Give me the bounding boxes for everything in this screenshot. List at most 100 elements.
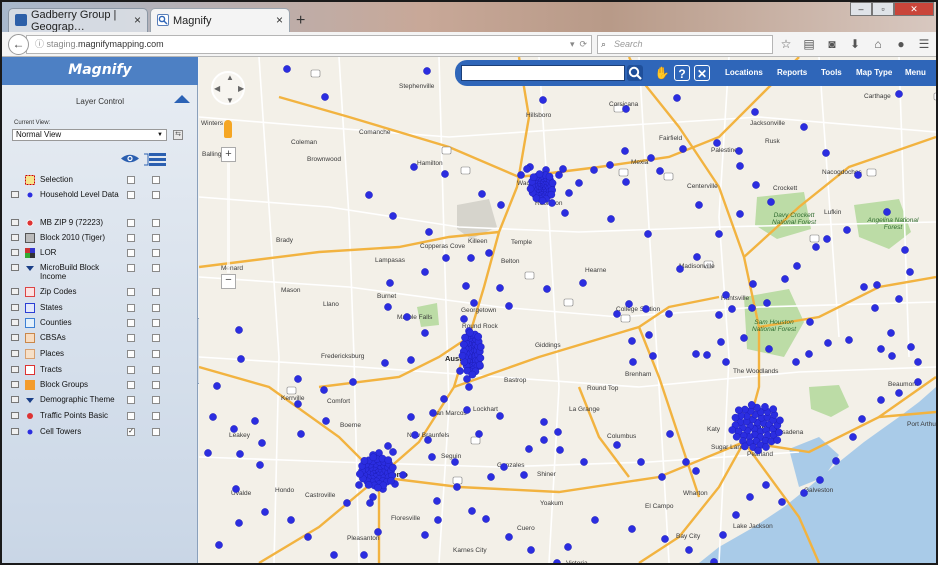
cell-tower-marker[interactable]	[695, 201, 703, 209]
cell-tower-marker[interactable]	[543, 285, 551, 293]
layer-label-checkbox[interactable]	[152, 234, 160, 242]
cell-tower-marker[interactable]	[849, 433, 857, 441]
pocket-icon[interactable]: ◙	[824, 36, 840, 52]
cell-tower-marker[interactable]	[548, 179, 557, 187]
layer-visible-checkbox[interactable]: ✓	[127, 428, 135, 436]
cell-tower-marker[interactable]	[732, 511, 740, 519]
cell-tower-marker[interactable]	[261, 508, 269, 516]
cell-tower-marker[interactable]	[762, 443, 770, 451]
cell-tower-marker[interactable]	[895, 389, 903, 397]
layer-visible-checkbox[interactable]	[127, 412, 135, 420]
layer-visible-checkbox[interactable]	[127, 366, 135, 374]
layer-visible-checkbox[interactable]	[127, 176, 135, 184]
cell-tower-marker[interactable]	[411, 431, 419, 439]
layer-label-checkbox[interactable]	[152, 381, 160, 389]
layer-label-checkbox[interactable]	[152, 219, 160, 227]
cell-tower-marker[interactable]	[478, 190, 486, 198]
cell-tower-marker[interactable]	[656, 167, 664, 175]
layer-label-checkbox[interactable]	[152, 319, 160, 327]
cell-tower-marker[interactable]	[465, 383, 473, 391]
cell-tower-marker[interactable]	[901, 246, 909, 254]
cell-tower-marker[interactable]	[692, 350, 700, 358]
cell-tower-marker[interactable]	[741, 442, 749, 451]
cell-tower-marker[interactable]	[487, 473, 495, 481]
layer-label-checkbox[interactable]	[152, 304, 160, 312]
cell-tower-marker[interactable]	[365, 191, 373, 199]
cell-tower-marker[interactable]	[877, 345, 885, 353]
expand-layer-icon[interactable]	[11, 412, 19, 419]
pan-control[interactable]: ▲ ▼ ◀ ▶	[211, 71, 245, 105]
cell-tower-marker[interactable]	[914, 358, 922, 366]
cell-tower-marker[interactable]	[496, 412, 504, 420]
cell-tower-marker[interactable]	[235, 326, 243, 334]
cell-tower-marker[interactable]	[793, 262, 801, 270]
cell-tower-marker[interactable]	[748, 304, 756, 312]
cell-tower-marker[interactable]	[384, 456, 393, 464]
cell-tower-marker[interactable]	[215, 541, 223, 549]
cell-tower-marker[interactable]	[752, 181, 760, 189]
cell-tower-marker[interactable]	[728, 305, 736, 313]
cell-tower-marker[interactable]	[442, 254, 450, 262]
cell-tower-marker[interactable]	[906, 268, 914, 276]
cell-tower-marker[interactable]	[806, 318, 814, 326]
zoom-in-button[interactable]: +	[221, 147, 236, 162]
expand-layer-icon[interactable]	[11, 428, 19, 435]
zoom-out-button[interactable]: −	[221, 274, 236, 289]
cell-tower-marker[interactable]	[762, 481, 770, 489]
cell-tower-marker[interactable]	[565, 189, 573, 197]
cell-tower-marker[interactable]	[732, 432, 741, 441]
cell-tower-marker[interactable]	[462, 282, 470, 290]
maximize-button[interactable]: ▫	[872, 2, 894, 16]
cell-tower-marker[interactable]	[403, 313, 411, 321]
cell-tower-marker[interactable]	[579, 279, 587, 287]
cell-tower-marker[interactable]	[832, 457, 840, 465]
cell-tower-marker[interactable]	[658, 473, 666, 481]
cell-tower-marker[interactable]	[458, 351, 467, 360]
cell-tower-marker[interactable]	[527, 546, 535, 554]
expand-layer-icon[interactable]	[11, 234, 19, 241]
cell-tower-marker[interactable]	[421, 329, 429, 337]
cell-tower-marker[interactable]	[778, 498, 786, 506]
cell-tower-marker[interactable]	[642, 305, 650, 313]
cell-tower-marker[interactable]	[693, 253, 701, 261]
layer-label-checkbox[interactable]	[152, 176, 160, 184]
cell-tower-marker[interactable]	[816, 476, 824, 484]
cell-tower-marker[interactable]	[895, 90, 903, 98]
cell-tower-marker[interactable]	[330, 551, 338, 559]
cell-tower-marker[interactable]	[666, 430, 674, 438]
legend-icon[interactable]	[144, 153, 166, 166]
cell-tower-marker[interactable]	[751, 108, 759, 116]
cell-tower-marker[interactable]	[467, 254, 475, 262]
cell-tower-marker[interactable]	[887, 329, 895, 337]
cell-tower-marker[interactable]	[735, 147, 743, 155]
menu-tools[interactable]: Tools	[821, 68, 842, 77]
cell-tower-marker[interactable]	[456, 367, 464, 375]
cell-tower-marker[interactable]	[613, 441, 621, 449]
cell-tower-marker[interactable]	[232, 485, 240, 493]
layer-visible-checkbox[interactable]	[127, 319, 135, 327]
cell-tower-marker[interactable]	[673, 94, 681, 102]
cell-tower-marker[interactable]	[496, 284, 504, 292]
cell-tower-marker[interactable]	[424, 436, 432, 444]
cell-tower-marker[interactable]	[747, 401, 756, 409]
cell-tower-marker[interactable]	[539, 96, 547, 104]
cell-tower-marker[interactable]	[230, 425, 238, 433]
cell-tower-marker[interactable]	[355, 481, 363, 489]
cell-tower-marker[interactable]	[204, 449, 212, 457]
layer-visible-checkbox[interactable]	[127, 350, 135, 358]
street-view-pegman-icon[interactable]	[224, 120, 232, 138]
cell-tower-marker[interactable]	[287, 516, 295, 524]
cell-tower-marker[interactable]	[434, 516, 442, 524]
cell-tower-marker[interactable]	[540, 418, 548, 426]
chat-icon[interactable]: ●	[893, 36, 909, 52]
cell-tower-marker[interactable]	[423, 67, 431, 75]
layer-label-checkbox[interactable]	[152, 428, 160, 436]
layer-visible-checkbox[interactable]	[127, 304, 135, 312]
cell-tower-marker[interactable]	[500, 463, 508, 471]
new-tab-button[interactable]: +	[296, 12, 305, 30]
expand-layer-icon[interactable]	[11, 249, 19, 256]
cell-tower-marker[interactable]	[497, 201, 505, 209]
cell-tower-marker[interactable]	[907, 343, 915, 351]
bookmark-star-icon[interactable]: ☆	[778, 36, 794, 52]
expand-layer-icon[interactable]	[11, 334, 19, 341]
